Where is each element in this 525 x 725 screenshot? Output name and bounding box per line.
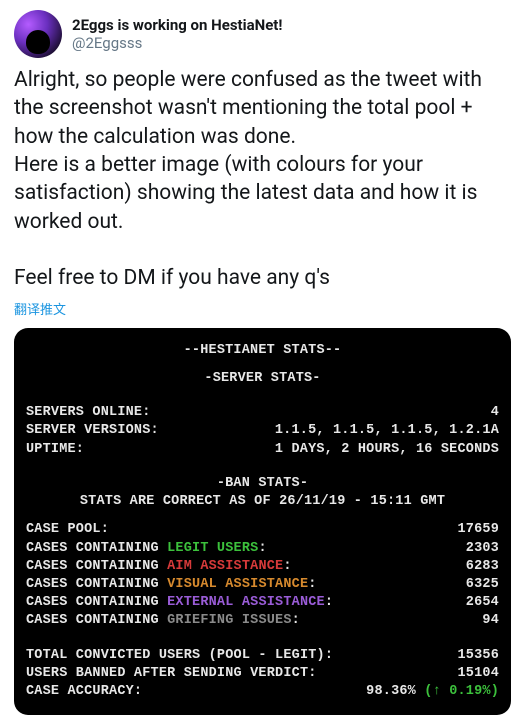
griefing-value: 94 (482, 612, 499, 630)
user-names[interactable]: 2Eggs is working on HestiaNet! @2Eggsss (72, 10, 282, 58)
accuracy-value: 98.36% (↑ 0.19%) (366, 683, 499, 701)
convicted-value: 15356 (457, 647, 499, 665)
avatar[interactable] (14, 10, 62, 58)
external-value: 2654 (466, 594, 499, 612)
visual-label: CASES CONTAINING VISUAL ASSISTANCE: (26, 576, 317, 594)
convicted-label: TOTAL CONVICTED USERS (POOL - LEGIT): (26, 647, 333, 665)
tweet-header: 2Eggs is working on HestiaNet! @2Eggsss (14, 10, 511, 58)
ban-stats-header: -BAN STATS- (26, 475, 499, 493)
display-name: 2Eggs is working on HestiaNet! (72, 16, 282, 34)
legit-value: 2303 (466, 540, 499, 558)
translate-link[interactable]: 翻译推文 (14, 299, 511, 318)
servers-online-value: 4 (491, 404, 499, 422)
case-pool-label: CASE POOL: (26, 521, 109, 539)
handle: @2Eggsss (72, 34, 282, 52)
uptime-label: UPTIME: (26, 441, 84, 459)
correct-as-of: STATS ARE CORRECT AS OF 26/11/19 - 15:11… (26, 493, 499, 511)
uptime-row: UPTIME: 1 DAYS, 2 HOURS, 16 SECONDS (26, 441, 499, 459)
case-pool-row: CASE POOL: 17659 (26, 521, 499, 539)
external-label: CASES CONTAINING EXTERNAL ASSISTANCE: (26, 594, 333, 612)
banned-label: USERS BANNED AFTER SENDING VERDICT: (26, 665, 317, 683)
griefing-label: CASES CONTAINING GRIEFING ISSUES: (26, 612, 300, 630)
servers-online-row: SERVERS ONLINE: 4 (26, 404, 499, 422)
external-row: CASES CONTAINING EXTERNAL ASSISTANCE: 26… (26, 594, 499, 612)
legit-label: CASES CONTAINING LEGIT USERS: (26, 540, 267, 558)
terminal-title: --HESTIANET STATS-- (26, 342, 499, 360)
visual-value: 6325 (466, 576, 499, 594)
terminal-image[interactable]: --HESTIANET STATS-- -SERVER STATS- SERVE… (14, 328, 511, 716)
convicted-row: TOTAL CONVICTED USERS (POOL - LEGIT): 15… (26, 647, 499, 665)
server-stats-header: -SERVER STATS- (26, 370, 499, 388)
banned-row: USERS BANNED AFTER SENDING VERDICT: 1510… (26, 665, 499, 683)
case-pool-value: 17659 (457, 521, 499, 539)
tweet-card: 2Eggs is working on HestiaNet! @2Eggsss … (0, 0, 525, 725)
server-versions-label: SERVER VERSIONS: (26, 422, 159, 440)
visual-row: CASES CONTAINING VISUAL ASSISTANCE: 6325 (26, 576, 499, 594)
uptime-value: 1 DAYS, 2 HOURS, 16 SECONDS (275, 441, 499, 459)
aim-value: 6283 (466, 558, 499, 576)
server-versions-row: SERVER VERSIONS: 1.1.5, 1.1.5, 1.1.5, 1.… (26, 422, 499, 440)
accuracy-label: CASE ACCURACY: (26, 683, 142, 701)
server-versions-value: 1.1.5, 1.1.5, 1.1.5, 1.2.1A (275, 422, 499, 440)
servers-online-label: SERVERS ONLINE: (26, 404, 151, 422)
legit-row: CASES CONTAINING LEGIT USERS: 2303 (26, 540, 499, 558)
griefing-row: CASES CONTAINING GRIEFING ISSUES: 94 (26, 612, 499, 630)
aim-label: CASES CONTAINING AIM ASSISTANCE: (26, 558, 292, 576)
banned-value: 15104 (457, 665, 499, 683)
aim-row: CASES CONTAINING AIM ASSISTANCE: 6283 (26, 558, 499, 576)
tweet-text: Alright, so people were confused as the … (14, 66, 511, 293)
accuracy-row: CASE ACCURACY: 98.36% (↑ 0.19%) (26, 683, 499, 701)
